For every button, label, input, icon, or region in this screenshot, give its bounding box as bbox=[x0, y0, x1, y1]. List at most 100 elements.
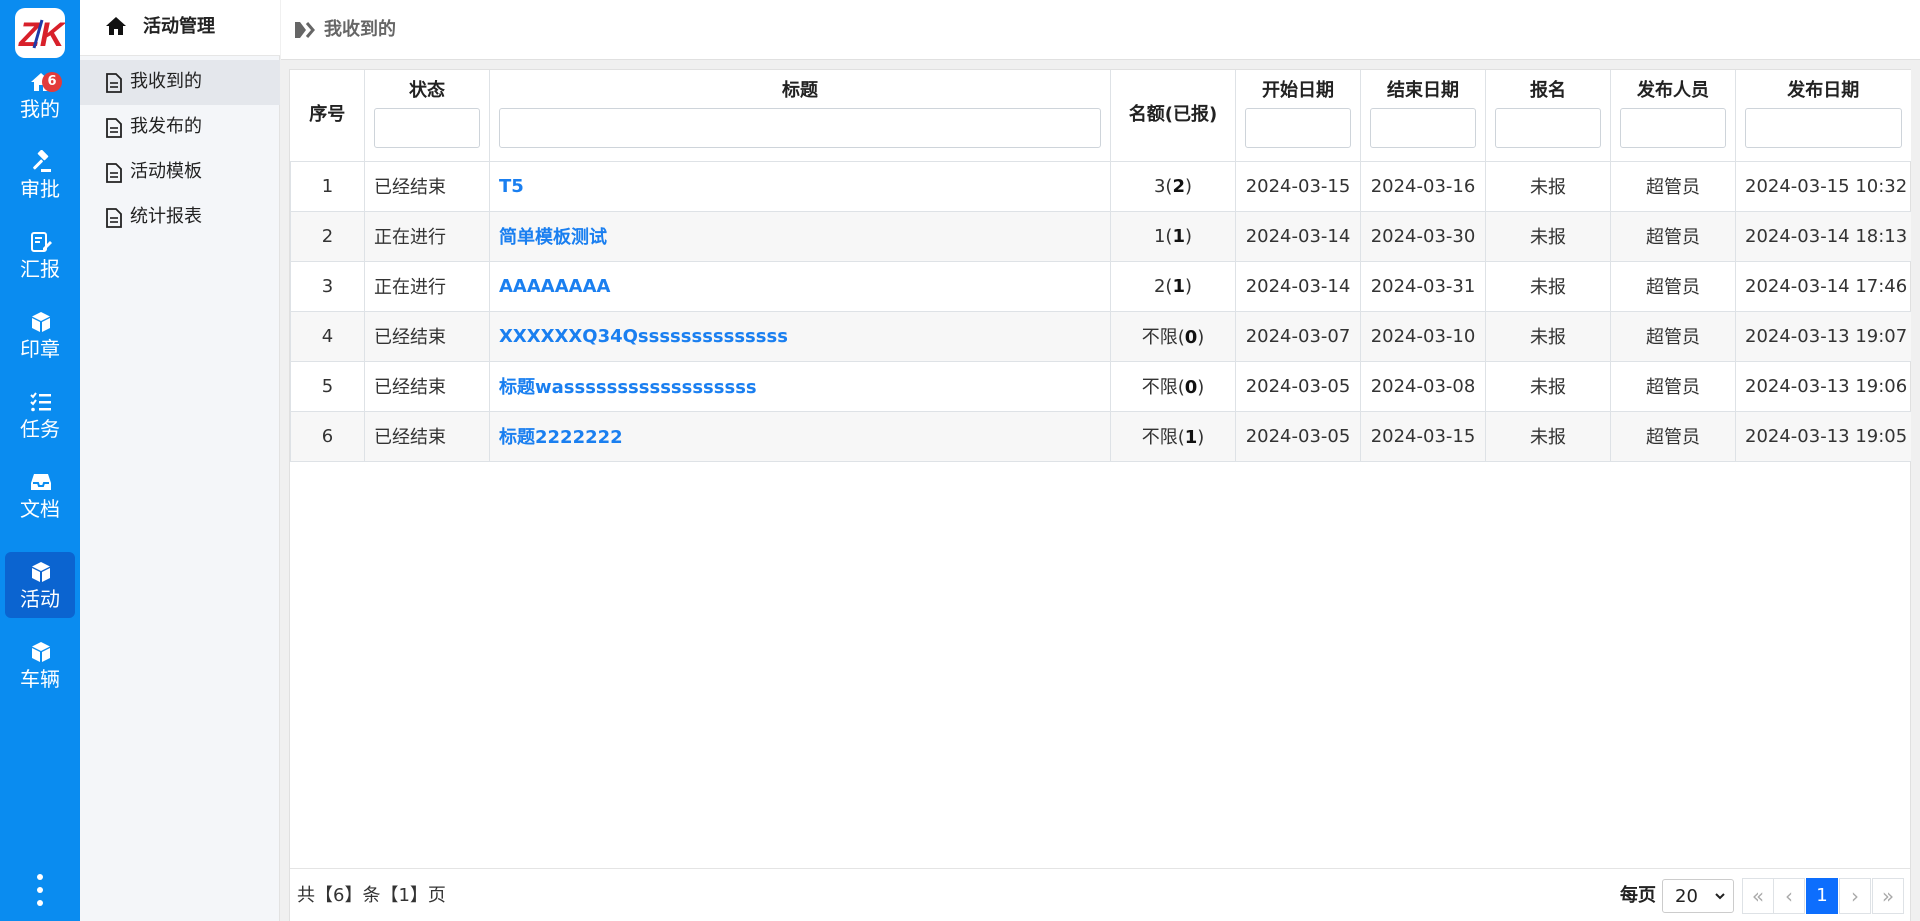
sidebar-item-label: 活动模板 bbox=[130, 161, 202, 182]
rail-item-label: 文档 bbox=[20, 497, 60, 521]
task-list-icon bbox=[29, 390, 53, 414]
rail-item-label: 任务 bbox=[20, 417, 60, 441]
activity-title-link[interactable]: AAAAAAAA bbox=[499, 276, 610, 297]
rail-item-seal[interactable]: 印章 bbox=[5, 302, 75, 368]
cell-index: 4 bbox=[290, 310, 365, 362]
rail-item-label: 印章 bbox=[20, 337, 60, 361]
rail-item-activity[interactable]: 活动 bbox=[5, 552, 75, 618]
cell-end-date: 2024-03-15 bbox=[1360, 410, 1486, 462]
table-row: 5 已经结束 标题wassssssssssssssssss 不限(0) 2024… bbox=[290, 360, 1911, 412]
activity-title-link[interactable]: T5 bbox=[499, 176, 524, 197]
sidebar-item-received[interactable]: 我收到的 bbox=[80, 60, 280, 105]
publisher-filter-input[interactable] bbox=[1620, 108, 1726, 148]
sidebar-item-templates[interactable]: 活动模板 bbox=[80, 150, 280, 195]
last-page-button[interactable]: » bbox=[1872, 878, 1904, 914]
status-filter-input[interactable] bbox=[374, 108, 480, 148]
col-header-quota: 名额(已报) bbox=[1110, 70, 1236, 162]
rail-item-vehicle[interactable]: 车辆 bbox=[5, 632, 75, 698]
cell-publisher: 超管员 bbox=[1610, 160, 1736, 212]
rail-item-approval[interactable]: 审批 bbox=[5, 142, 75, 208]
rail-item-mine[interactable]: 6 我的 bbox=[5, 62, 75, 128]
cell-quota: 1(1) bbox=[1110, 210, 1236, 262]
breadcrumb: 我收到的 bbox=[281, 0, 1920, 60]
cell-title: 简单模板测试 bbox=[489, 210, 1111, 262]
table-row: 1 已经结束 T5 3(2) 2024-03-15 2024-03-16 未报 … bbox=[290, 160, 1911, 212]
table-row: 2 正在进行 简单模板测试 1(1) 2024-03-14 2024-03-30… bbox=[290, 210, 1911, 262]
table-row: 6 已经结束 标题2222222 不限(1) 2024-03-05 2024-0… bbox=[290, 410, 1911, 462]
document-icon bbox=[106, 208, 122, 228]
col-header-signup: 报名 bbox=[1485, 70, 1611, 162]
rail-item-label: 车辆 bbox=[20, 667, 60, 691]
signup-filter-input[interactable] bbox=[1495, 108, 1601, 148]
registered-count: 0 bbox=[1184, 377, 1198, 398]
cell-end-date: 2024-03-31 bbox=[1360, 260, 1486, 312]
cell-publish-date: 2024-03-15 10:32 bbox=[1735, 160, 1911, 212]
notification-badge: 6 bbox=[42, 72, 62, 92]
cell-index: 5 bbox=[290, 360, 365, 412]
end-date-filter-input[interactable] bbox=[1370, 108, 1476, 148]
cell-publisher: 超管员 bbox=[1610, 310, 1736, 362]
col-header-start-date: 开始日期 bbox=[1235, 70, 1361, 162]
rail-item-label: 活动 bbox=[20, 587, 60, 611]
cell-signup: 未报 bbox=[1485, 160, 1611, 212]
cell-title: 标题2222222 bbox=[489, 410, 1111, 462]
record-summary: 共【6】条【1】页 bbox=[297, 885, 446, 906]
activity-title-link[interactable]: XXXXXXQ34Qssssssssssssss bbox=[499, 326, 788, 347]
document-icon bbox=[106, 73, 122, 93]
gavel-icon bbox=[29, 150, 53, 174]
col-header-index: 序号 bbox=[290, 70, 365, 162]
cell-quota: 不限(0) bbox=[1110, 360, 1236, 412]
table-header-row: 序号 状态 标题 名额(已报) 开始日期 结束日期 报名 发布人员 发布日期 bbox=[290, 70, 1911, 162]
registered-count: 2 bbox=[1172, 175, 1185, 197]
cell-publish-date: 2024-03-13 19:05 bbox=[1735, 410, 1911, 462]
cell-quota: 不限(1) bbox=[1110, 410, 1236, 462]
start-date-filter-input[interactable] bbox=[1245, 108, 1351, 148]
rail-item-label: 汇报 bbox=[20, 257, 60, 281]
table-footer: 共【6】条【1】页 每页 20 « ‹ 1 › » bbox=[290, 868, 1910, 921]
activity-title-link[interactable]: 简单模板测试 bbox=[499, 227, 607, 248]
page-title: 我收到的 bbox=[324, 19, 396, 40]
prev-page-button[interactable]: ‹ bbox=[1773, 878, 1805, 914]
cell-signup: 未报 bbox=[1485, 410, 1611, 462]
sidebar-item-statistics[interactable]: 统计报表 bbox=[80, 195, 280, 240]
table-row: 4 已经结束 XXXXXXQ34Qssssssssssssss 不限(0) 20… bbox=[290, 310, 1911, 362]
page-1-button[interactable]: 1 bbox=[1806, 878, 1838, 914]
cell-start-date: 2024-03-05 bbox=[1235, 410, 1361, 462]
cell-publish-date: 2024-03-14 17:46 bbox=[1735, 260, 1911, 312]
title-filter-input[interactable] bbox=[499, 108, 1101, 148]
col-header-end-date: 结束日期 bbox=[1360, 70, 1486, 162]
cell-end-date: 2024-03-30 bbox=[1360, 210, 1486, 262]
rail-item-label: 审批 bbox=[20, 177, 60, 201]
activity-title-link[interactable]: 标题wassssssssssssssssss bbox=[499, 377, 757, 398]
app-logo[interactable]: ZK bbox=[15, 8, 65, 58]
registered-count: 1 bbox=[1172, 225, 1185, 247]
registered-count: 1 bbox=[1172, 275, 1185, 297]
sidebar-item-published[interactable]: 我发布的 bbox=[80, 105, 280, 150]
table-row: 3 正在进行 AAAAAAAA 2(1) 2024-03-14 2024-03-… bbox=[290, 260, 1911, 312]
cell-status: 已经结束 bbox=[364, 310, 490, 362]
rail-item-label: 我的 bbox=[20, 97, 60, 121]
cell-signup: 未报 bbox=[1485, 360, 1611, 412]
cell-publisher: 超管员 bbox=[1610, 260, 1736, 312]
cell-index: 2 bbox=[290, 210, 365, 262]
activity-title-link[interactable]: 标题2222222 bbox=[499, 427, 623, 448]
per-page-label: 每页 bbox=[1620, 885, 1656, 906]
document-icon bbox=[106, 163, 122, 183]
cell-end-date: 2024-03-16 bbox=[1360, 160, 1486, 212]
cell-publisher: 超管员 bbox=[1610, 410, 1736, 462]
arrow-right-icon bbox=[293, 20, 317, 40]
registered-count: 0 bbox=[1184, 327, 1198, 348]
rail-item-task[interactable]: 任务 bbox=[5, 382, 75, 448]
next-page-button[interactable]: › bbox=[1839, 878, 1871, 914]
first-page-button[interactable]: « bbox=[1742, 878, 1774, 914]
more-vertical-icon[interactable] bbox=[30, 872, 50, 908]
per-page-select[interactable]: 20 bbox=[1662, 879, 1734, 913]
document-icon bbox=[106, 118, 122, 138]
content-panel: 序号 状态 标题 名额(已报) 开始日期 结束日期 报名 发布人员 发布日期 1… bbox=[289, 69, 1911, 921]
chevron-down-icon bbox=[1715, 893, 1725, 900]
module-sidebar: 活动管理 我收到的 我发布的 活动模板 统计报表 bbox=[80, 0, 280, 921]
publish-date-filter-input[interactable] bbox=[1745, 108, 1902, 148]
rail-item-report[interactable]: 汇报 bbox=[5, 222, 75, 288]
cell-status: 正在进行 bbox=[364, 210, 490, 262]
rail-item-docs[interactable]: 文档 bbox=[5, 462, 75, 528]
